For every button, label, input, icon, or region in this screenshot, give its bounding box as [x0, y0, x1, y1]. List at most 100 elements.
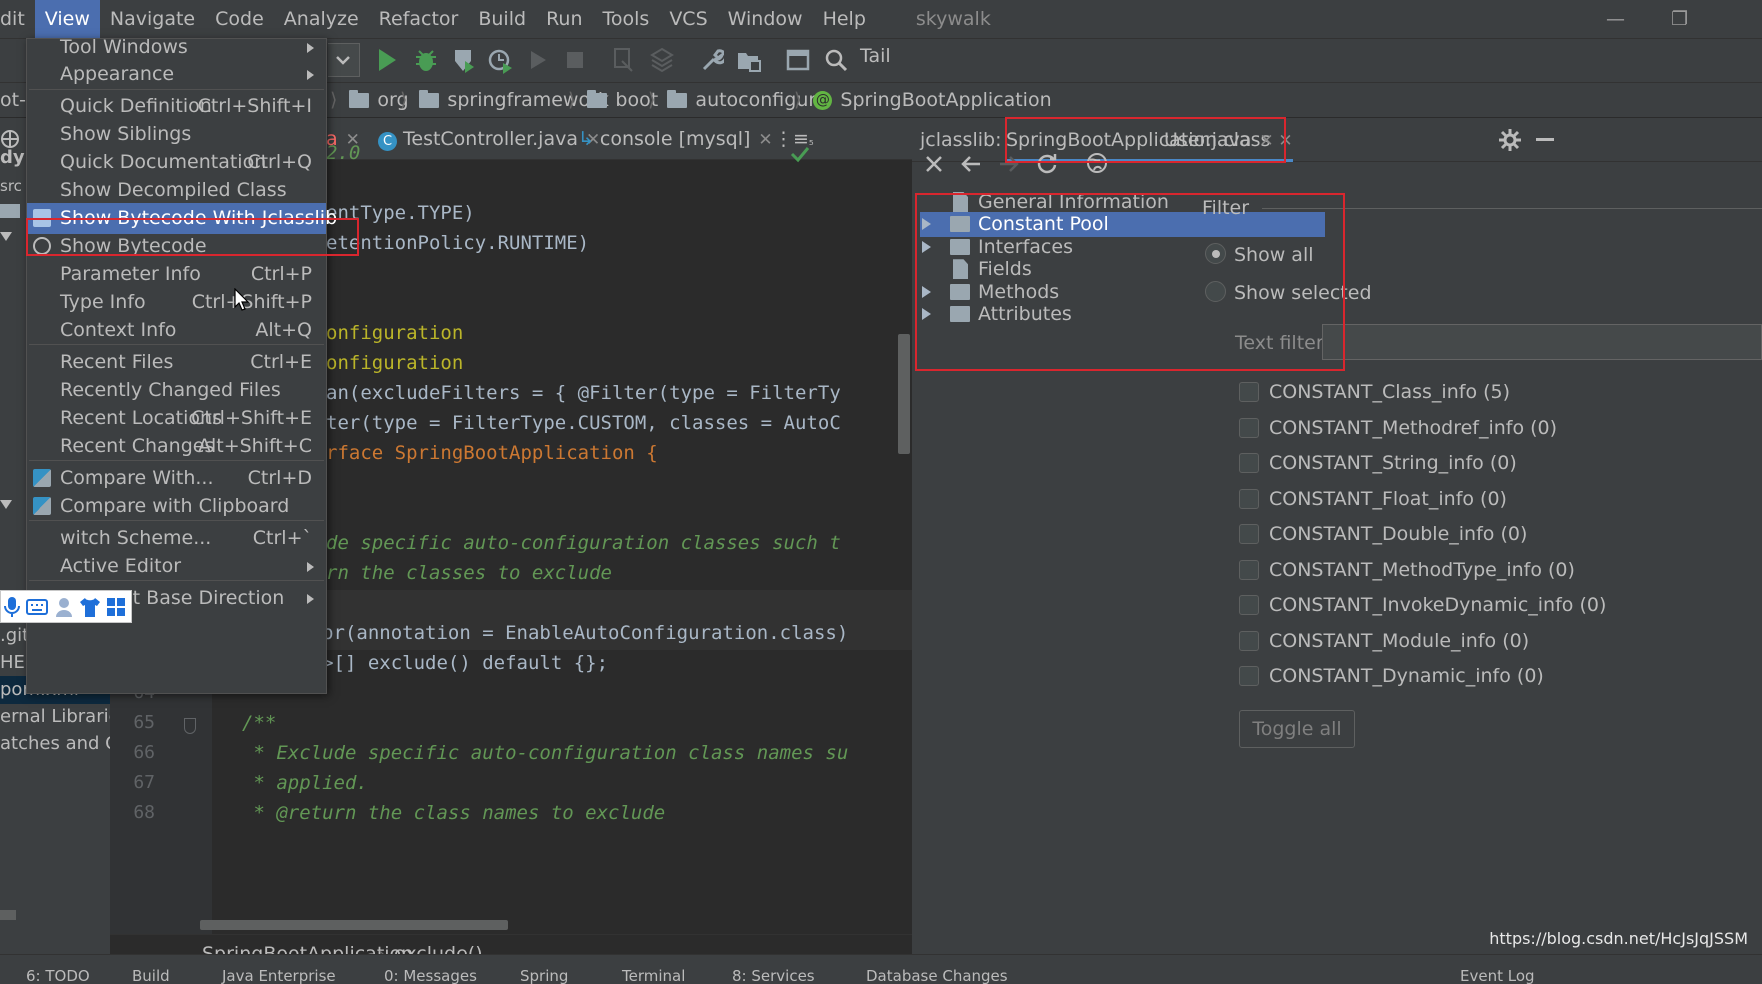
tab-user-java[interactable]: User.java ✕ — [1164, 118, 1274, 162]
grid-icon[interactable] — [105, 596, 127, 618]
project-row-scratches[interactable]: atches and Co — [0, 730, 129, 758]
close-icon[interactable]: ✕ — [1259, 131, 1273, 151]
checkbox[interactable] — [1239, 524, 1259, 544]
shirt-icon[interactable] — [79, 596, 101, 618]
menu-item-label: Recent Files — [60, 351, 174, 373]
checkbox[interactable] — [1239, 559, 1259, 580]
checkbox[interactable] — [1239, 417, 1259, 438]
menu-build[interactable]: Build — [468, 0, 536, 38]
menu-item-parameter-info[interactable]: Parameter Info Ctrl+P — [27, 259, 326, 290]
globe-icon[interactable] — [1086, 152, 1108, 174]
tool-window-button[interactable]: 8: Services — [732, 967, 815, 984]
menu-tools[interactable]: Tools — [593, 0, 660, 38]
menu-item-context-info[interactable]: Context Info Alt+Q — [27, 315, 326, 346]
expand-arrow-icon[interactable] — [922, 308, 931, 320]
menu-item-type-info[interactable]: Type Info Ctrl+Shift+P — [27, 287, 326, 318]
show-selected-radio[interactable] — [1205, 281, 1226, 302]
user-icon[interactable] — [54, 596, 74, 618]
tool-window-button[interactable]: Build — [132, 967, 170, 984]
close-icon[interactable]: ✕ — [1278, 131, 1292, 151]
minimize-button[interactable]: — — [1606, 8, 1625, 30]
tool-window-button[interactable]: Database Changes — [866, 967, 1008, 984]
fold-icon[interactable] — [184, 718, 196, 734]
menu-vcs[interactable]: VCS — [659, 0, 717, 38]
menu-item-recent-locations[interactable]: Recent Locations Ctrl+Shift+E — [27, 403, 326, 434]
menu-item-show-decompiled-class[interactable]: Show Decompiled Class — [27, 175, 326, 206]
checkbox[interactable] — [1239, 666, 1259, 686]
run-icon[interactable] — [376, 47, 398, 73]
expand-arrow-icon[interactable] — [922, 285, 931, 298]
menu-item-compare-with[interactable]: Compare With... Ctrl+D — [27, 463, 326, 494]
document-icon — [953, 192, 968, 212]
expand-arrow-icon[interactable] — [922, 218, 931, 231]
wrench-icon[interactable] — [700, 47, 724, 73]
tab-testcontroller[interactable]: C TestController.java ✕ — [378, 118, 600, 160]
menu-item-show-bytecode[interactable]: Show Bytecode — [27, 231, 326, 262]
tool-window-button[interactable]: 6: TODO — [26, 967, 90, 984]
checkbox[interactable] — [1239, 595, 1259, 615]
text-filter-input[interactable] — [1322, 324, 1762, 360]
terminal-icon[interactable] — [786, 47, 810, 73]
checkbox[interactable] — [1239, 488, 1259, 509]
menu-item-recently-changed-files[interactable]: Recently Changed Files — [27, 375, 326, 406]
menu-item-shortcut: Ctrl+Shift+P — [191, 291, 312, 313]
menu-item-compare-with-clipboard[interactable]: Compare with Clipboard — [27, 491, 326, 522]
project-structure-icon[interactable] — [736, 47, 762, 73]
project-title: skywalk — [915, 8, 991, 30]
menu-item-appearance[interactable]: Appearance — [27, 59, 326, 90]
tool-window-button[interactable]: Terminal — [622, 967, 685, 984]
menu-item-active-editor[interactable]: Active Editor — [27, 551, 326, 582]
menu-item-show-bytecode-with-jclasslib[interactable]: Show Bytecode With Jclasslib — [27, 203, 337, 234]
menu-item-quick-documentation[interactable]: Quick Documentation Ctrl+Q — [27, 147, 326, 178]
project-row-external-libraries[interactable]: ernal Libraries — [0, 703, 129, 731]
expand-arrow-icon[interactable] — [0, 500, 12, 509]
restore-button[interactable]: ❐ — [1671, 8, 1688, 30]
menu-run[interactable]: Run — [536, 0, 592, 38]
menu-item-recent-changes[interactable]: Recent Changes Alt+Shift+C — [27, 431, 326, 462]
breadcrumb-sep: ⟩ — [568, 89, 576, 111]
debug-icon[interactable] — [414, 47, 438, 73]
refresh-icon[interactable] — [1036, 152, 1058, 174]
toggle-all-button[interactable]: Toggle all — [1239, 710, 1355, 748]
tool-window-button[interactable]: Spring — [520, 967, 568, 984]
expand-arrow-icon[interactable] — [922, 240, 931, 253]
menu-item-witch-scheme[interactable]: witch Scheme... Ctrl+` — [27, 523, 326, 554]
tail-label[interactable]: Tail — [860, 45, 891, 67]
tree-node-constant-pool[interactable]: Constant Pool — [920, 212, 1325, 238]
menu-window[interactable]: Window — [718, 0, 813, 38]
keyboard-icon[interactable] — [26, 597, 48, 617]
code-line: onfiguration — [326, 352, 464, 374]
checkbox-label: CONSTANT_Module_info (0) — [1269, 629, 1530, 652]
tool-window-button[interactable]: Java Enterprise — [222, 967, 336, 984]
coverage-icon[interactable] — [452, 47, 476, 75]
scrollbar-thumb[interactable] — [0, 910, 16, 920]
menu-item-quick-definition[interactable]: Quick Definition Ctrl+Shift+I — [27, 91, 326, 122]
close-icon[interactable] — [924, 154, 944, 174]
menu-item-recent-files[interactable]: Recent Files Ctrl+E — [27, 347, 326, 378]
checkbox[interactable] — [1239, 382, 1259, 402]
tree-node-attributes[interactable]: Attributes — [920, 302, 1325, 327]
editor-vertical-scrollbar[interactable] — [898, 334, 910, 454]
tab-console-mysql[interactable]: ↳ console [mysql] ✕ — [578, 118, 773, 160]
show-all-radio[interactable] — [1205, 243, 1226, 264]
breadcrumb-springbootapplication[interactable]: ⟩ @ SpringBootApplication — [790, 89, 1052, 111]
minimize-panel-icon[interactable] — [1536, 138, 1554, 141]
gear-icon[interactable] — [1498, 128, 1522, 152]
menu-refactor[interactable]: Refactor — [369, 0, 469, 38]
microphone-icon[interactable] — [4, 596, 20, 618]
attach-icon — [614, 48, 633, 72]
checkbox[interactable] — [1239, 630, 1259, 651]
expand-arrow-icon[interactable] — [0, 232, 12, 241]
editor-horizontal-scrollbar[interactable] — [200, 920, 508, 930]
profile-icon[interactable] — [488, 47, 514, 75]
close-icon[interactable]: ✕ — [758, 130, 772, 150]
tool-window-button[interactable]: 0: Messages — [384, 967, 477, 984]
back-arrow-icon[interactable] — [960, 154, 982, 174]
tool-window-button[interactable]: Event Log — [1460, 967, 1535, 984]
menu-item-show-siblings[interactable]: Show Siblings — [27, 119, 326, 150]
checkbox[interactable] — [1239, 453, 1259, 473]
run-config-dropdown[interactable] — [328, 43, 360, 77]
menu-help[interactable]: Help — [813, 0, 876, 38]
search-icon[interactable] — [824, 47, 848, 73]
tree-node-general-information[interactable]: General Information — [920, 190, 1325, 215]
